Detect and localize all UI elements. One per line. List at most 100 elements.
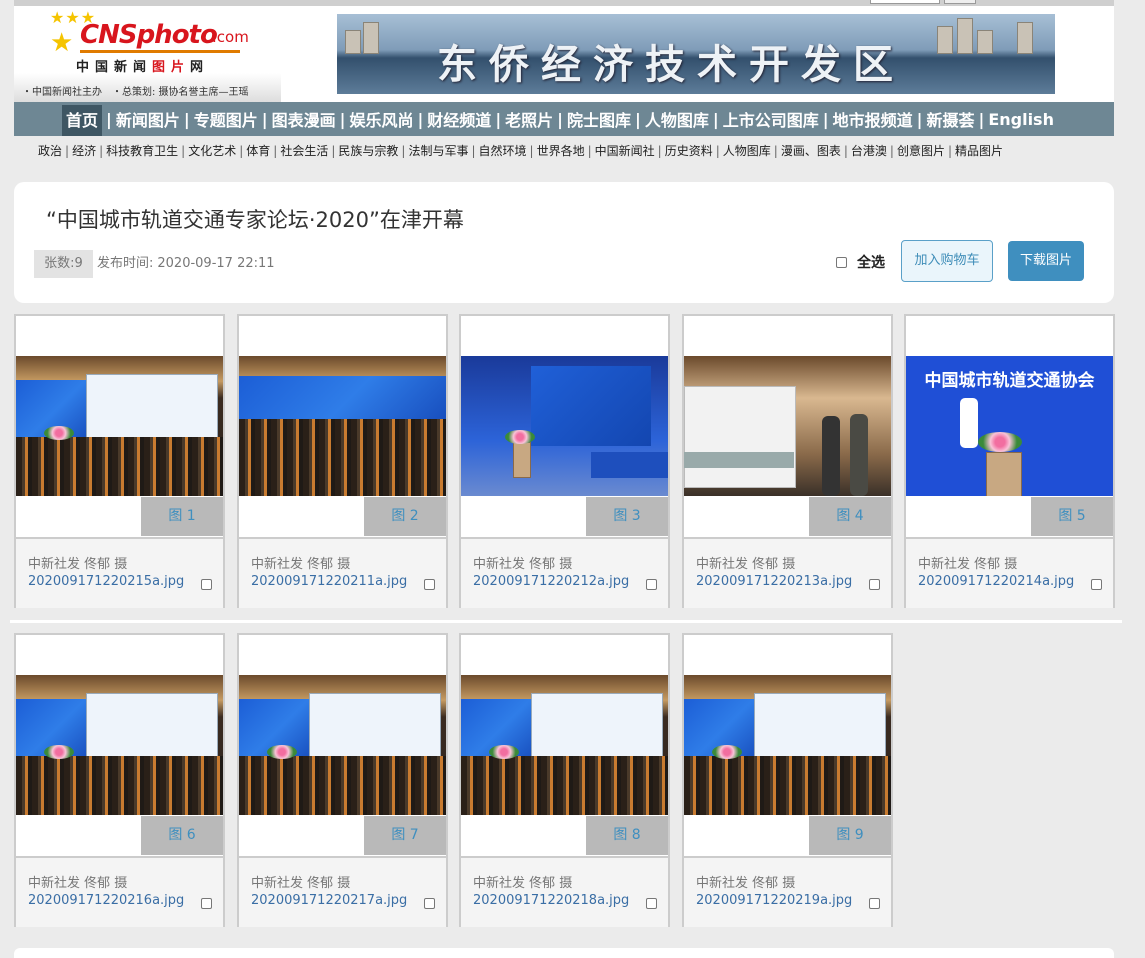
select-all-checkbox[interactable] bbox=[836, 256, 847, 268]
photo-select-checkbox[interactable] bbox=[424, 579, 435, 590]
nav-item[interactable]: English bbox=[988, 110, 1054, 129]
top-search-button[interactable] bbox=[944, 0, 976, 4]
photo-figure-label[interactable]: 图 1 bbox=[141, 497, 223, 536]
subnav-link[interactable]: 政治 bbox=[38, 144, 62, 158]
subnav-link[interactable]: 民族与宗教 bbox=[338, 144, 398, 158]
nav-separator: | bbox=[106, 109, 112, 129]
photo-image[interactable] bbox=[461, 356, 668, 496]
select-all[interactable]: 全选 bbox=[836, 252, 885, 272]
photo-thumbnail[interactable] bbox=[16, 675, 223, 815]
photo-figure-label[interactable]: 图 9 bbox=[809, 816, 891, 855]
photo-image[interactable] bbox=[239, 356, 446, 496]
photo-thumbnail[interactable] bbox=[16, 356, 223, 496]
nav-item[interactable]: 图表漫画 bbox=[272, 107, 336, 131]
top-search-input[interactable] bbox=[870, 0, 940, 4]
photo-image[interactable] bbox=[684, 356, 891, 496]
photo-credit: 中新社发 佟郁 摄 bbox=[696, 557, 796, 572]
logo-star-icon: ★ bbox=[50, 28, 74, 58]
photo-filename-link[interactable]: 202009171220217a.jpg bbox=[251, 893, 407, 908]
photo-thumbnail[interactable] bbox=[684, 356, 891, 496]
subnav-link[interactable]: 漫画、图表 bbox=[781, 144, 841, 158]
subnav-link[interactable]: 法制与军事 bbox=[408, 144, 468, 158]
photo-figure-label[interactable]: 图 5 bbox=[1031, 497, 1113, 536]
nav-item-label: 专题图片 bbox=[193, 111, 258, 130]
photo-filename-link[interactable]: 202009171220218a.jpg bbox=[473, 893, 629, 908]
photo-select-checkbox[interactable] bbox=[201, 579, 212, 590]
photo-thumbnail[interactable] bbox=[461, 356, 668, 496]
download-button[interactable]: 下载图片 bbox=[1008, 241, 1084, 281]
nav-item[interactable]: 新闻图片 bbox=[116, 107, 180, 131]
photo-figure-label[interactable]: 图 7 bbox=[364, 816, 446, 855]
photo-filename-link[interactable]: 202009171220215a.jpg bbox=[28, 574, 184, 589]
photo-filename-link[interactable]: 202009171220213a.jpg bbox=[696, 574, 852, 589]
photo-thumbnail[interactable] bbox=[239, 356, 446, 496]
nav-separator: | bbox=[916, 109, 923, 129]
subnav-link[interactable]: 科技教育卫生 bbox=[106, 144, 178, 158]
add-to-cart-button[interactable]: 加入购物车 bbox=[901, 240, 993, 282]
photo-select-checkbox[interactable] bbox=[201, 898, 212, 909]
subnav-link[interactable]: 历史资料 bbox=[665, 144, 713, 158]
subnav-separator: | bbox=[587, 144, 592, 158]
subnav-link[interactable]: 文化艺术 bbox=[188, 144, 236, 158]
nav-item[interactable]: 院士图库 bbox=[567, 107, 631, 131]
nav-item[interactable]: 地市报频道 bbox=[833, 107, 913, 131]
photo-credit: 中新社发 佟郁 摄 bbox=[28, 876, 128, 891]
photo-filename-link[interactable]: 202009171220212a.jpg bbox=[473, 574, 629, 589]
subnav-link[interactable]: 精品图片 bbox=[955, 144, 1003, 158]
photo-select-checkbox[interactable] bbox=[646, 898, 657, 909]
photo-image[interactable] bbox=[16, 356, 223, 496]
photo-filename-link[interactable]: 202009171220219a.jpg bbox=[696, 893, 852, 908]
photo-filename-link[interactable]: 202009171220211a.jpg bbox=[251, 574, 407, 589]
nav-separator: | bbox=[339, 109, 346, 129]
subnav-link[interactable]: 世界各地 bbox=[537, 144, 585, 158]
photo-select-checkbox[interactable] bbox=[869, 898, 880, 909]
subnav-separator: | bbox=[401, 144, 406, 158]
photo-card: 图 6 中新社发 佟郁 摄 202009171220216a.jpg bbox=[14, 633, 225, 927]
photo-thumbnail[interactable] bbox=[461, 675, 668, 815]
photo-image[interactable] bbox=[684, 675, 891, 815]
ad-banner[interactable]: 东侨经济技术开发区 bbox=[337, 14, 1055, 94]
photo-figure-label[interactable]: 图 4 bbox=[809, 497, 891, 536]
subnav-link[interactable]: 自然环境 bbox=[479, 144, 527, 158]
subnav-link[interactable]: 社会生活 bbox=[280, 144, 328, 158]
subnav-link[interactable]: 人物图库 bbox=[723, 144, 771, 158]
nav-separator: | bbox=[495, 109, 502, 129]
nav-item[interactable]: 财经频道 bbox=[427, 107, 491, 131]
photo-figure-label[interactable]: 图 8 bbox=[586, 816, 668, 855]
nav-item[interactable]: 首页 bbox=[62, 105, 103, 136]
photo-select-checkbox[interactable] bbox=[869, 579, 880, 590]
photo-select-checkbox[interactable] bbox=[1091, 579, 1102, 590]
photo-figure-label[interactable]: 图 2 bbox=[364, 497, 446, 536]
nav-item[interactable]: 上市公司图库 bbox=[723, 107, 819, 131]
photo-select-checkbox[interactable] bbox=[424, 898, 435, 909]
subnav-link[interactable]: 台港澳 bbox=[851, 144, 887, 158]
site-logo[interactable]: ★★★ ★ CNSphoto .com 中国新闻图片网 ・中国新闻社主办 ・总策… bbox=[14, 6, 281, 102]
nav-item[interactable]: 老照片 bbox=[505, 107, 553, 131]
photo-figure-label[interactable]: 图 3 bbox=[586, 497, 668, 536]
photo-image[interactable] bbox=[16, 675, 223, 815]
logo-cn-part-b: 图片 bbox=[152, 60, 191, 75]
photo-image[interactable] bbox=[461, 675, 668, 815]
subnav-link[interactable]: 体育 bbox=[246, 144, 270, 158]
logo-cn-part-c: 网 bbox=[190, 60, 210, 75]
photo-figure-label[interactable]: 图 6 bbox=[141, 816, 223, 855]
photo-select-checkbox[interactable] bbox=[646, 579, 657, 590]
subnav-link[interactable]: 经济 bbox=[72, 144, 96, 158]
subnav-link[interactable]: 中国新闻社 bbox=[595, 144, 655, 158]
subnav-separator: | bbox=[843, 144, 848, 158]
banner-building bbox=[977, 30, 993, 54]
nav-item[interactable]: 新摄荟 bbox=[926, 107, 974, 131]
nav-item[interactable]: 娱乐风尚 bbox=[349, 107, 413, 131]
photo-filename-link[interactable]: 202009171220214a.jpg bbox=[918, 574, 1074, 589]
subnav-link[interactable]: 创意图片 bbox=[897, 144, 945, 158]
photo-thumbnail[interactable] bbox=[684, 675, 891, 815]
nav-item[interactable]: 人物图库 bbox=[645, 107, 709, 131]
photo-image[interactable]: 中国城市轨道交通协会 bbox=[906, 356, 1113, 496]
photo-thumbnail[interactable]: 中国城市轨道交通协会 bbox=[906, 356, 1113, 496]
nav-item[interactable]: 专题图片 bbox=[194, 107, 258, 131]
photo-filename-link[interactable]: 202009171220216a.jpg bbox=[28, 893, 184, 908]
photo-credit: 中新社发 佟郁 摄 bbox=[918, 557, 1018, 572]
photo-thumbnail[interactable] bbox=[239, 675, 446, 815]
photo-credit: 中新社发 佟郁 摄 bbox=[251, 557, 351, 572]
photo-image[interactable] bbox=[239, 675, 446, 815]
